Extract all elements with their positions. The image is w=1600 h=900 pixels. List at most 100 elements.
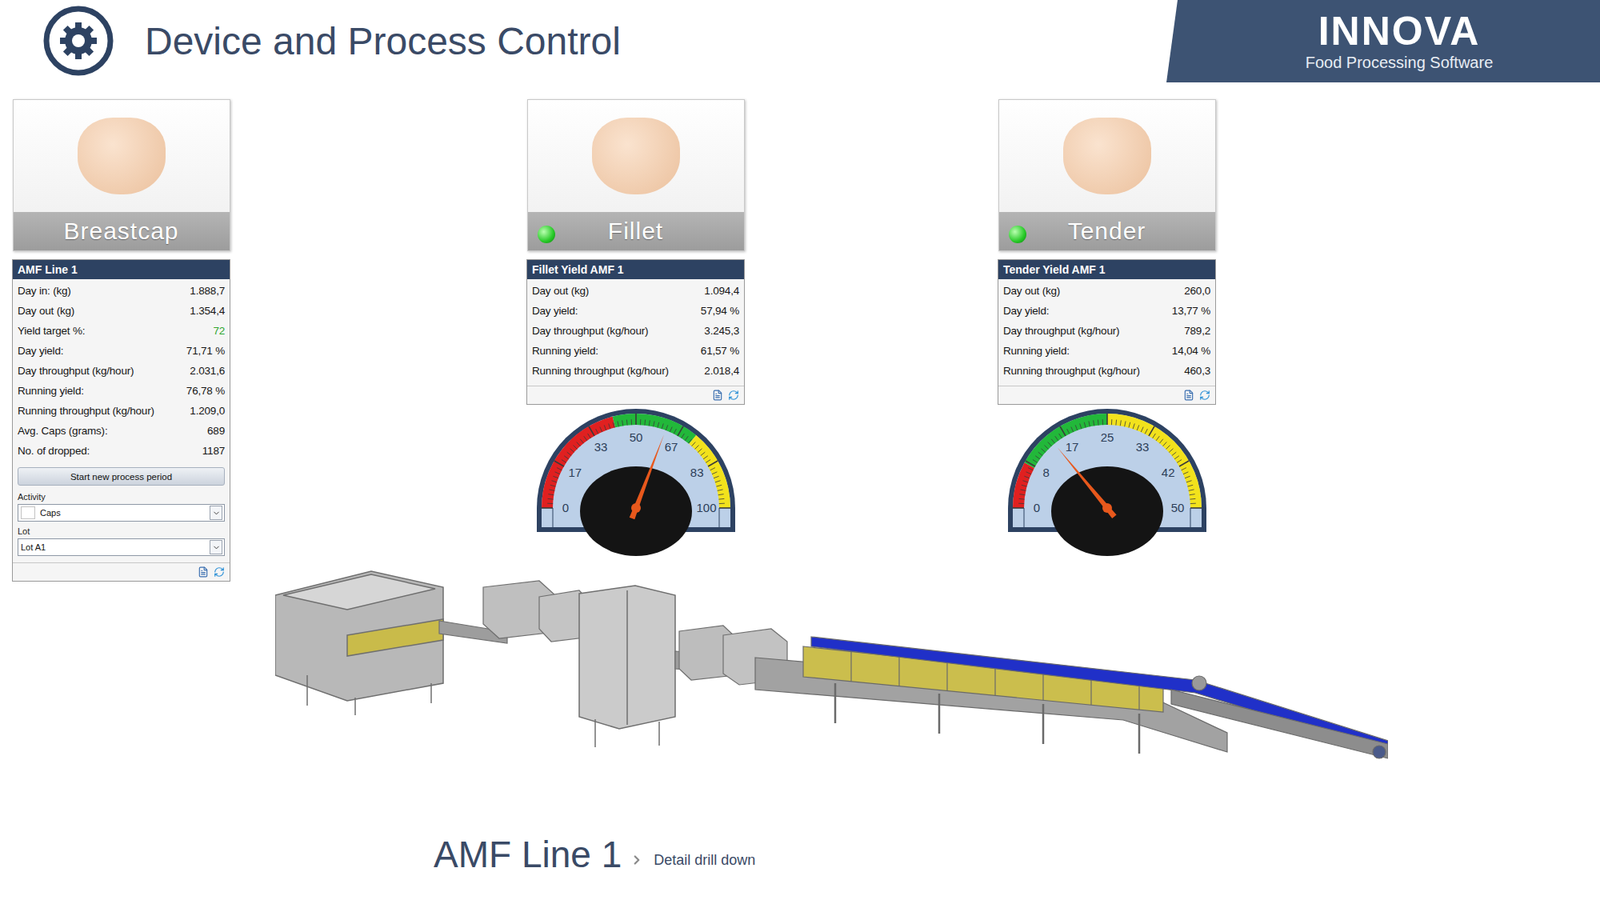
gauge-tick xyxy=(718,498,724,500)
gauge-tick xyxy=(548,494,554,496)
gauge-hub xyxy=(580,466,692,556)
drill-down-link[interactable]: Detail drill down xyxy=(629,852,756,869)
field-label: Lot xyxy=(17,526,225,536)
panel-row: Day out (kg)260,0 xyxy=(998,280,1216,301)
drill-down-text: Detail drill down xyxy=(653,852,756,869)
row-value: 71,71 % xyxy=(186,344,225,357)
product-column: BreastcapAMF Line 1Day in: (kg)1.888,7Da… xyxy=(12,99,231,582)
photo-block xyxy=(1063,117,1152,195)
gauge-tick xyxy=(569,448,574,453)
row-value: 460,3 xyxy=(1184,364,1211,377)
gauge-tick xyxy=(716,489,723,491)
gauge-tick xyxy=(1171,452,1176,456)
gauge-tick xyxy=(1044,445,1048,450)
panel-title: AMF Line 1 xyxy=(12,260,230,280)
gauge-tick xyxy=(1019,494,1025,496)
dropdown[interactable]: Caps xyxy=(17,504,225,522)
dropdown-arrow[interactable] xyxy=(209,540,223,555)
line-title: AMF Line 1 xyxy=(433,832,622,876)
gauge-tick xyxy=(1165,445,1170,450)
dropdown[interactable]: Lot A1 xyxy=(17,538,225,556)
gauge-tick xyxy=(1152,433,1156,439)
dropdown-arrow[interactable] xyxy=(209,505,223,520)
gauge-tick xyxy=(665,424,668,431)
gauge-tick xyxy=(1168,448,1173,453)
dropdown-value: Lot A1 xyxy=(20,542,205,552)
gauge-tick xyxy=(566,452,571,456)
line-area: FilletFillet Yield AMF 1Day out (kg)1.09… xyxy=(275,99,1388,876)
panel-footer xyxy=(527,385,744,404)
panel-row: Day throughput (kg/hour)3.245,3 xyxy=(527,320,744,341)
gauge-tick xyxy=(1140,427,1144,432)
row-label: Day throughput (kg/hour) xyxy=(17,364,134,377)
dashboard-page: Device and Process ControlINNOVAFood Pro… xyxy=(0,0,1600,900)
document-icon[interactable] xyxy=(712,389,724,401)
row-value: 689 xyxy=(207,424,225,437)
product-label-bar: Breastcap xyxy=(13,212,230,251)
gauge-tick xyxy=(1115,420,1117,426)
start-period-button[interactable]: Start new process period xyxy=(17,467,225,486)
panel-row: Day in: (kg)1.888,7 xyxy=(12,280,230,301)
row-value: 72 xyxy=(212,324,225,337)
row-label: Running yield: xyxy=(1003,344,1070,357)
yield-gauge: 01733506783100 xyxy=(536,408,736,558)
page-title: Device and Process Control xyxy=(144,19,621,64)
gauge-tick xyxy=(652,420,654,427)
gauge-tick xyxy=(553,460,564,467)
gauge-label: 25 xyxy=(1100,430,1114,444)
panel-footer xyxy=(12,562,230,581)
gauge-label: 50 xyxy=(1170,500,1184,515)
refresh-icon[interactable] xyxy=(728,389,740,401)
yield-panel: Fillet Yield AMF 1Day out (kg)1.094,4Day… xyxy=(526,259,745,405)
row-label: Day out (kg) xyxy=(1003,284,1060,297)
gauge-tick xyxy=(1128,422,1130,428)
gauge-tick xyxy=(625,420,628,426)
row-label: Day in: (kg) xyxy=(17,284,72,297)
gauge-tick xyxy=(714,480,720,483)
gauge-label: 50 xyxy=(628,430,643,444)
gauge-label: 67 xyxy=(664,440,678,454)
gauge-tick xyxy=(1018,498,1024,500)
product-label-bar: Tender xyxy=(999,212,1216,251)
gauge-tick xyxy=(587,433,591,439)
row-value: 61,57 % xyxy=(700,344,740,357)
gauge-tick xyxy=(700,452,704,456)
swatch-box xyxy=(20,506,36,520)
product-card[interactable]: Breastcap xyxy=(12,99,231,252)
chevron-right-icon xyxy=(629,852,644,868)
line-caption: AMF Line 1 Detail drill down xyxy=(275,832,1388,876)
gauge-tick xyxy=(604,424,607,431)
gauge-tick xyxy=(541,507,553,509)
document-icon[interactable] xyxy=(197,566,209,578)
refresh-icon[interactable] xyxy=(1199,389,1211,401)
gauge-tick xyxy=(1124,420,1125,427)
gauge-tick xyxy=(549,484,556,487)
gauge-tick xyxy=(1148,426,1155,436)
refresh-icon[interactable] xyxy=(213,566,225,578)
gauge-tick xyxy=(673,428,676,434)
row-value: 1.209,0 xyxy=(189,404,225,417)
gauge-tick xyxy=(1188,494,1195,496)
field-label: Activity xyxy=(17,492,225,502)
row-value: 76,78 % xyxy=(186,384,225,397)
document-icon[interactable] xyxy=(1183,389,1195,401)
row-value: 1187 xyxy=(202,444,225,457)
gauge-tick xyxy=(1136,424,1140,431)
product-card[interactable]: Fillet xyxy=(527,99,745,252)
gauge-tick xyxy=(595,428,598,434)
gauge-tick xyxy=(1079,423,1081,429)
gauge-tick xyxy=(1190,507,1202,509)
panel-row: Day throughput (kg/hour)789,2 xyxy=(998,320,1216,341)
gauge-tick xyxy=(684,436,688,441)
transfer-conveyor xyxy=(439,580,592,644)
gauge-tick xyxy=(1028,468,1033,471)
product-card[interactable]: Tender xyxy=(998,99,1216,252)
gauge-tick xyxy=(688,439,692,444)
gauge-tick xyxy=(1120,420,1121,426)
gauge-tick xyxy=(560,460,566,464)
gauge-tick xyxy=(599,427,602,432)
panel-row: Running throughput (kg/hour)1.209,0 xyxy=(12,400,230,421)
gauge-label: 33 xyxy=(593,440,608,454)
panel-row: Running yield:76,78 % xyxy=(12,380,230,401)
product-photo xyxy=(999,100,1216,212)
